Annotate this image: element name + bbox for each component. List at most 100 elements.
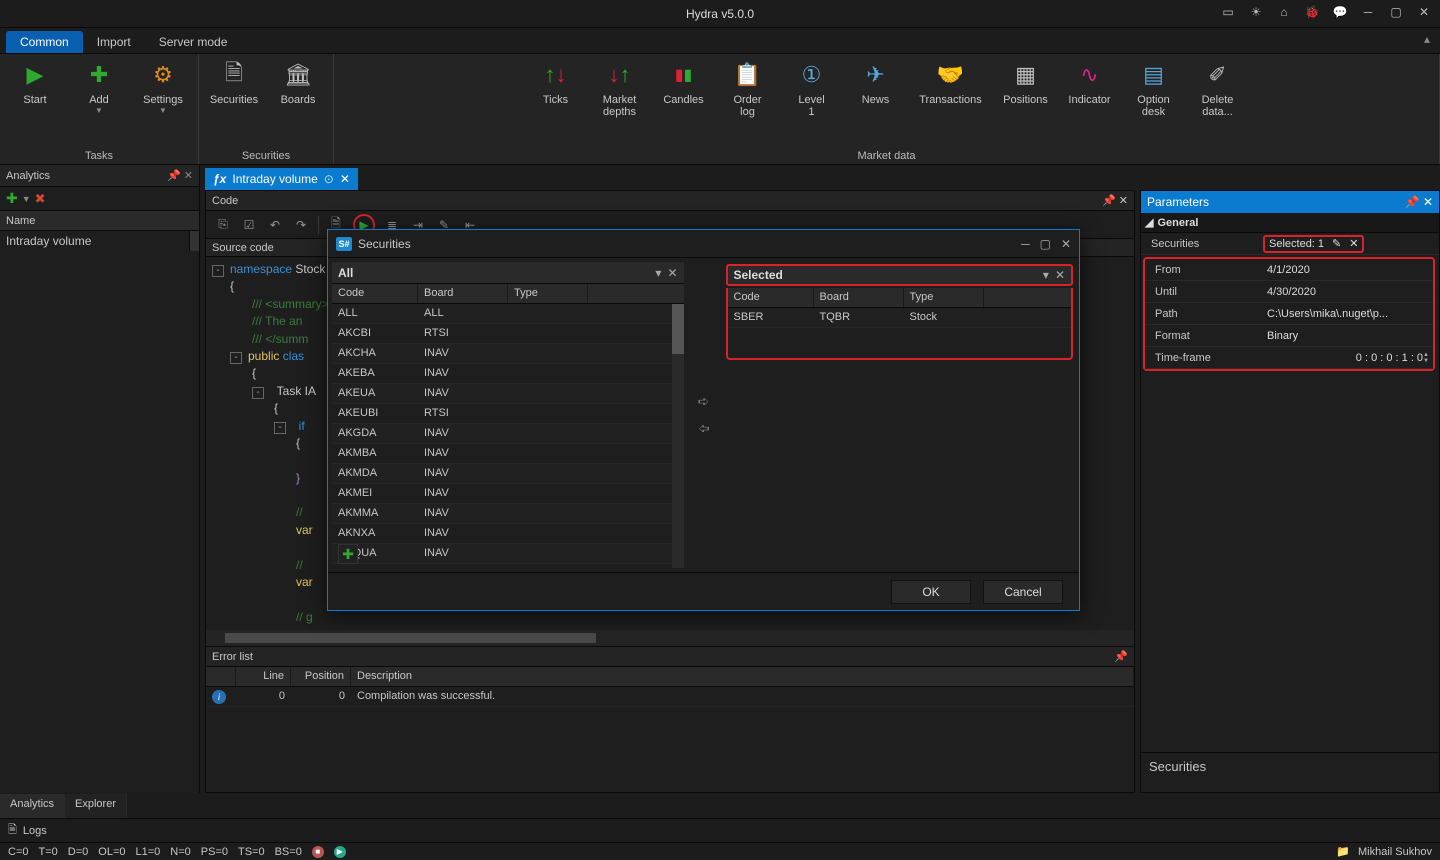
close-pane-icon[interactable]: ✕	[184, 170, 193, 182]
grid-row[interactable]: AKGDAINAV	[332, 424, 684, 444]
boards-button[interactable]: 🏛Boards	[273, 58, 323, 106]
error-col-position[interactable]: Position	[291, 667, 351, 686]
grid-row[interactable]: AKMDAINAV	[332, 464, 684, 484]
ribbon-tab-server[interactable]: Server mode	[145, 31, 242, 53]
pin-icon[interactable]: 📌	[1405, 195, 1420, 209]
dialog-maximize-icon[interactable]: ▢	[1040, 237, 1051, 251]
document-tab-close-icon[interactable]: ✕	[340, 172, 350, 186]
maximize-icon[interactable]: ▢	[1386, 2, 1406, 22]
order-log-button[interactable]: 📋Order log	[723, 58, 773, 118]
edit-icon[interactable]: ✎	[1332, 237, 1341, 250]
col-code[interactable]: Code	[728, 288, 814, 307]
analytics-add-button[interactable]: ✚	[6, 190, 18, 207]
grid-row[interactable]: AKMMAINAV	[332, 504, 684, 524]
param-from[interactable]: From4/1/2020	[1145, 259, 1433, 281]
dropdown-icon[interactable]: ▾	[1043, 268, 1049, 282]
securities-button[interactable]: 🗎Securities	[209, 58, 259, 106]
pin-icon[interactable]: 📌	[1114, 650, 1128, 663]
param-securities-value[interactable]: Selected: 1✎✕	[1263, 235, 1364, 253]
param-format[interactable]: FormatBinary	[1145, 325, 1433, 347]
positions-button[interactable]: ▦Positions	[1001, 58, 1051, 106]
pin-icon[interactable]: 📌	[167, 170, 181, 182]
param-path[interactable]: PathC:\Users\mika\.nuget\p...	[1145, 303, 1433, 325]
status-stop-icon[interactable]: ■	[312, 846, 324, 858]
bottom-tab-analytics[interactable]: Analytics	[0, 794, 65, 818]
sun-icon[interactable]: ☀	[1246, 2, 1266, 22]
dialog-minimize-icon[interactable]: ─	[1021, 237, 1030, 251]
ticks-button[interactable]: ↑↓Ticks	[531, 58, 581, 106]
analytics-remove-button[interactable]: ✖	[35, 191, 46, 207]
grid-row[interactable]: AKEUAINAV	[332, 384, 684, 404]
analytics-item[interactable]: Intraday volume	[0, 231, 199, 251]
logs-bar[interactable]: 🗎 Logs	[0, 818, 1440, 842]
param-securities[interactable]: Securities Selected: 1✎✕	[1141, 233, 1439, 255]
add-security-button[interactable]: ✚	[338, 544, 358, 564]
level1-button[interactable]: ①Level 1	[787, 58, 837, 118]
toolbar-btn-1[interactable]: ⎘	[214, 216, 232, 234]
error-col-line[interactable]: Line	[236, 667, 291, 686]
grid-row[interactable]: AKEBAINAV	[332, 364, 684, 384]
bottom-tab-explorer[interactable]: Explorer	[65, 794, 127, 818]
home-icon[interactable]: ⌂	[1274, 2, 1294, 22]
ok-button[interactable]: OK	[891, 580, 971, 604]
grid-row[interactable]: AKQUAINAV	[332, 544, 684, 564]
grid-row[interactable]: AKEUBIRTSI	[332, 404, 684, 424]
ribbon-tab-common[interactable]: Common	[6, 31, 83, 53]
col-code[interactable]: Code	[332, 284, 418, 303]
indicator-button[interactable]: ∿Indicator	[1065, 58, 1115, 106]
spinner-icon[interactable]: ▲▼	[1423, 352, 1429, 364]
restore-down-icon[interactable]: ▭	[1218, 2, 1238, 22]
analytics-column-header[interactable]: Name	[0, 211, 199, 231]
clear-icon[interactable]: ✕	[1349, 237, 1358, 250]
analytics-scrollbar[interactable]	[189, 231, 199, 251]
col-type[interactable]: Type	[904, 288, 984, 307]
col-board[interactable]: Board	[418, 284, 508, 303]
toolbar-btn-2[interactable]: ☑	[240, 216, 258, 234]
grid-row[interactable]: AKMEIINAV	[332, 484, 684, 504]
grid-row[interactable]: AKCBIRTSI	[332, 324, 684, 344]
document-tab-pin-icon[interactable]: ⊙	[324, 172, 334, 186]
start-button[interactable]: ▶Start	[10, 58, 60, 106]
all-grid-scrollbar[interactable]	[672, 304, 684, 568]
document-tab[interactable]: ƒx Intraday volume ⊙ ✕	[205, 168, 358, 190]
toolbar-btn-4[interactable]: ↷	[292, 216, 310, 234]
scrollbar-thumb[interactable]	[672, 304, 684, 354]
parameters-category[interactable]: ◢General	[1141, 213, 1439, 233]
error-col-description[interactable]: Description	[351, 667, 1134, 686]
close-pane-icon[interactable]: ✕	[667, 266, 677, 280]
col-board[interactable]: Board	[814, 288, 904, 307]
editor-horizontal-scrollbar[interactable]	[206, 630, 1134, 646]
news-button[interactable]: ✈News	[851, 58, 901, 106]
folder-icon[interactable]: 📁	[1336, 845, 1350, 858]
param-until[interactable]: Until4/30/2020	[1145, 281, 1433, 303]
grid-row[interactable]: AKMBAINAV	[332, 444, 684, 464]
close-icon[interactable]: ✕	[1119, 195, 1128, 207]
move-left-icon[interactable]: ➪	[698, 420, 710, 437]
status-go-icon[interactable]: ▶	[334, 846, 346, 858]
move-right-icon[interactable]: ➪	[698, 393, 710, 410]
market-depths-button[interactable]: ↓↑Market depths	[595, 58, 645, 118]
grid-row[interactable]: ALLALL	[332, 304, 684, 324]
minimize-icon[interactable]: ─	[1358, 2, 1378, 22]
pin-icon[interactable]: 📌	[1102, 195, 1116, 207]
dialog-close-icon[interactable]: ✕	[1061, 237, 1071, 251]
grid-row[interactable]: SBERTQBRStock	[728, 308, 1072, 328]
ribbon-collapse-icon[interactable]: ▴	[1424, 32, 1430, 46]
delete-data-button[interactable]: ✐Delete data...	[1193, 58, 1243, 118]
close-pane-icon[interactable]: ✕	[1055, 268, 1065, 282]
grid-row[interactable]: AKNXAINAV	[332, 524, 684, 544]
close-icon[interactable]: ✕	[1423, 195, 1433, 209]
bug-icon[interactable]: 🐞	[1302, 2, 1322, 22]
chat-icon[interactable]: 💬	[1330, 2, 1350, 22]
option-desk-button[interactable]: ▤Option desk	[1129, 58, 1179, 118]
ribbon-tab-import[interactable]: Import	[83, 31, 145, 53]
close-icon[interactable]: ✕	[1414, 2, 1434, 22]
transactions-button[interactable]: 🤝Transactions	[915, 58, 987, 106]
grid-row[interactable]: AKCHAINAV	[332, 344, 684, 364]
scrollbar-thumb[interactable]	[225, 633, 596, 643]
cancel-button[interactable]: Cancel	[983, 580, 1063, 604]
error-row[interactable]: i 0 0 Compilation was successful.	[206, 687, 1134, 707]
col-type[interactable]: Type	[508, 284, 588, 303]
error-col-icon[interactable]	[206, 667, 236, 686]
settings-button[interactable]: ⚙Settings▼	[138, 58, 188, 115]
